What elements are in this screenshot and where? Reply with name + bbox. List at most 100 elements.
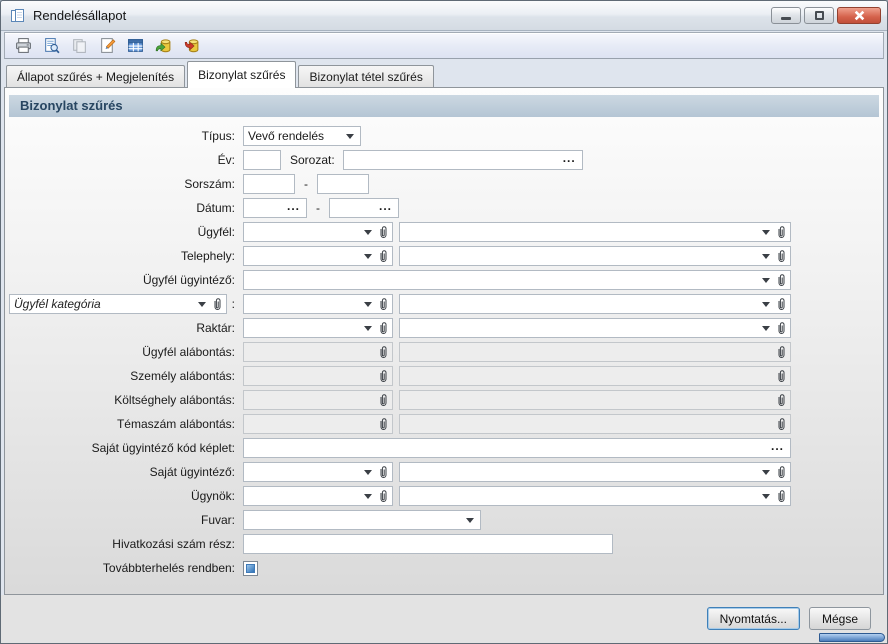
- chevron-down-icon[interactable]: [198, 302, 206, 307]
- chevron-down-icon[interactable]: [346, 134, 354, 139]
- row-ugyfel: Ügyfél:: [9, 222, 883, 242]
- ugyfel-code-combobox[interactable]: [243, 222, 393, 242]
- paperclip-icon[interactable]: [777, 394, 786, 407]
- toolbar: [4, 32, 884, 59]
- paperclip-icon[interactable]: [379, 418, 388, 431]
- sorszam-from-input[interactable]: [243, 174, 295, 194]
- telephely-code-combobox[interactable]: [243, 246, 393, 266]
- print-preview-button[interactable]: [41, 36, 61, 56]
- datum-to-input[interactable]: ...: [329, 198, 399, 218]
- kategoria-selector-combobox[interactable]: Ügyfél kategória: [9, 294, 227, 314]
- paperclip-icon[interactable]: [777, 274, 786, 287]
- edit-button[interactable]: [97, 36, 117, 56]
- sajat-kod-keplet-input[interactable]: ...: [243, 438, 791, 458]
- paperclip-icon[interactable]: [777, 490, 786, 503]
- maximize-button[interactable]: [804, 7, 834, 24]
- paperclip-icon[interactable]: [777, 418, 786, 431]
- chevron-down-icon[interactable]: [762, 470, 770, 475]
- raktar-name-combobox[interactable]: [399, 318, 791, 338]
- browse-icon[interactable]: ...: [563, 151, 576, 165]
- copy-button[interactable]: [69, 36, 89, 56]
- ugyfel-alabontas-name-field: [399, 342, 791, 362]
- datum-from-input[interactable]: ...: [243, 198, 307, 218]
- paperclip-icon[interactable]: [379, 322, 388, 335]
- tab-bizonylat-szures[interactable]: Bizonylat szűrés: [187, 61, 296, 88]
- chevron-down-icon[interactable]: [762, 278, 770, 283]
- titlebar[interactable]: Rendelésállapot: [1, 1, 887, 31]
- cancel-button[interactable]: Mégse: [809, 607, 871, 630]
- chevron-down-icon[interactable]: [364, 494, 372, 499]
- fuvar-combobox[interactable]: [243, 510, 481, 530]
- kategoria-code-combobox[interactable]: [243, 294, 393, 314]
- chevron-down-icon[interactable]: [364, 326, 372, 331]
- chevron-down-icon[interactable]: [466, 518, 474, 523]
- sorozat-input[interactable]: ...: [343, 150, 583, 170]
- chevron-down-icon[interactable]: [364, 470, 372, 475]
- tab-bizonylat-tetel-szures[interactable]: Bizonylat tétel szűrés: [298, 65, 433, 87]
- sajat-kod-keplet-label: Saját ügyintéző kód képlet:: [9, 441, 235, 455]
- paperclip-icon[interactable]: [379, 370, 388, 383]
- paperclip-icon[interactable]: [777, 250, 786, 263]
- paperclip-icon[interactable]: [777, 370, 786, 383]
- chevron-down-icon[interactable]: [762, 494, 770, 499]
- paperclip-icon[interactable]: [379, 466, 388, 479]
- sajat-ugyintezo-name-combobox[interactable]: [399, 462, 791, 482]
- print-icon: [15, 37, 32, 54]
- ugyfel-ugyintezo-combobox[interactable]: [243, 270, 791, 290]
- paperclip-icon[interactable]: [777, 466, 786, 479]
- tipus-combobox[interactable]: Vevő rendelés: [243, 126, 361, 146]
- chevron-down-icon[interactable]: [762, 302, 770, 307]
- kategoria-name-combobox[interactable]: [399, 294, 791, 314]
- print-dialog-button[interactable]: Nyomtatás...: [707, 607, 800, 630]
- paperclip-icon[interactable]: [379, 346, 388, 359]
- close-icon: [854, 10, 865, 21]
- paperclip-icon[interactable]: [379, 298, 388, 311]
- database-refresh-button[interactable]: [153, 36, 173, 56]
- chevron-down-icon[interactable]: [364, 254, 372, 259]
- paperclip-icon[interactable]: [213, 298, 222, 311]
- paperclip-icon[interactable]: [379, 490, 388, 503]
- chevron-down-icon[interactable]: [364, 302, 372, 307]
- tab-label: Bizonylat szűrés: [198, 68, 285, 82]
- chevron-down-icon[interactable]: [364, 230, 372, 235]
- ugynok-name-combobox[interactable]: [399, 486, 791, 506]
- close-button[interactable]: [837, 7, 881, 24]
- row-szemely-alabontas: Személy alábontás:: [9, 366, 883, 386]
- kategoria-colon: :: [228, 297, 235, 311]
- telephely-name-combobox[interactable]: [399, 246, 791, 266]
- ugyfel-name-combobox[interactable]: [399, 222, 791, 242]
- print-button[interactable]: [13, 36, 33, 56]
- paperclip-icon[interactable]: [777, 226, 786, 239]
- ev-input[interactable]: [243, 150, 281, 170]
- paperclip-icon[interactable]: [777, 298, 786, 311]
- paperclip-icon[interactable]: [379, 226, 388, 239]
- szemely-alabontas-name-field: [399, 366, 791, 386]
- paperclip-icon[interactable]: [379, 394, 388, 407]
- paperclip-icon[interactable]: [379, 250, 388, 263]
- sorszam-to-input[interactable]: [317, 174, 369, 194]
- ugynok-code-combobox[interactable]: [243, 486, 393, 506]
- tab-allapot-szures[interactable]: Állapot szűrés + Megjelenítés: [6, 65, 185, 87]
- sajat-ugyintezo-code-combobox[interactable]: [243, 462, 393, 482]
- minimize-button[interactable]: [771, 7, 801, 24]
- chevron-down-icon[interactable]: [762, 254, 770, 259]
- ugynok-label: Ügynök:: [9, 489, 235, 503]
- paperclip-icon[interactable]: [777, 322, 786, 335]
- table-button[interactable]: [125, 36, 145, 56]
- date-picker-icon[interactable]: ...: [287, 199, 300, 213]
- sajat-ugyintezo-label: Saját ügyintéző:: [9, 465, 235, 479]
- browse-icon[interactable]: ...: [771, 439, 784, 453]
- resize-grip[interactable]: [819, 633, 885, 642]
- kategoria-selector-cell: Ügyfél kategória :: [9, 294, 235, 314]
- row-ugynok: Ügynök:: [9, 486, 883, 506]
- tovabbterheles-checkbox[interactable]: [243, 561, 258, 576]
- ugyfel-alabontas-code-field: [243, 342, 393, 362]
- hivatkozasi-input[interactable]: [243, 534, 613, 554]
- raktar-code-combobox[interactable]: [243, 318, 393, 338]
- chevron-down-icon[interactable]: [762, 230, 770, 235]
- database-rollback-button[interactable]: [181, 36, 201, 56]
- chevron-down-icon[interactable]: [762, 326, 770, 331]
- date-picker-icon[interactable]: ...: [379, 199, 392, 213]
- paperclip-icon[interactable]: [777, 346, 786, 359]
- sorszam-label: Sorszám:: [9, 177, 235, 191]
